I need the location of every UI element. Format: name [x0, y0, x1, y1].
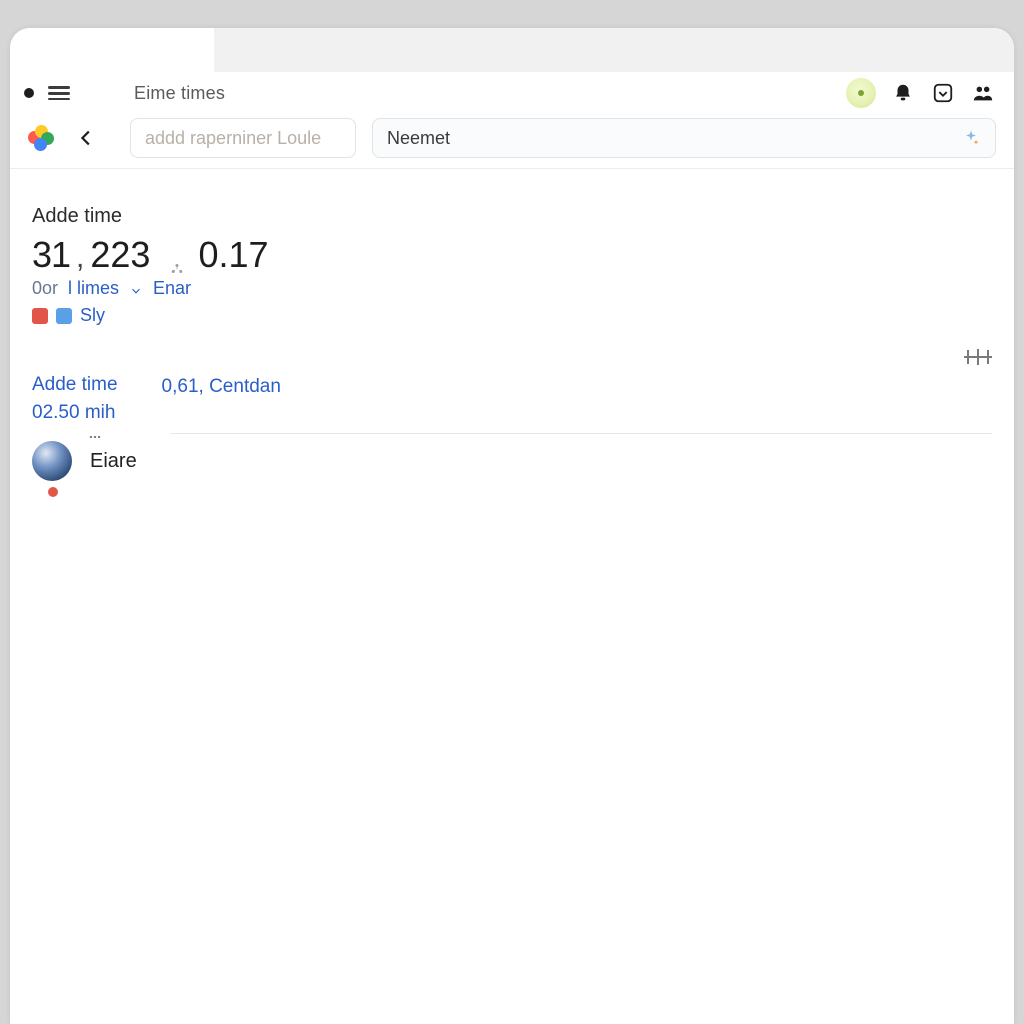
summary-chip-row: Sly — [32, 305, 992, 326]
summary-sub-mid[interactable]: l limes — [68, 278, 119, 299]
red-square-icon — [32, 308, 48, 324]
status-dot-icon — [48, 487, 58, 497]
secondary-col-b[interactable]: 0,61, Centdan — [162, 374, 281, 398]
summary-sub-action[interactable]: Enar — [153, 278, 191, 299]
search-input-primary[interactable]: addd raperniner Loule — [130, 118, 356, 158]
secondary-col-a: Adde time 02.50 mih — [32, 374, 118, 444]
menu-icon[interactable] — [48, 86, 70, 100]
back-button[interactable] — [74, 125, 100, 151]
notification-icon[interactable] — [890, 80, 916, 106]
avatar — [32, 441, 72, 481]
secondary-a-2: 02.50 mih — [32, 402, 118, 424]
summary-value-b: 223 — [90, 234, 150, 276]
active-tab[interactable] — [10, 28, 214, 72]
app-logo-icon[interactable] — [28, 125, 54, 151]
page-title: Eime times — [134, 83, 225, 104]
content-area: Adde time 31 , 223 0.17 0or l limes Enar… — [10, 169, 1014, 444]
list-item[interactable]: Eiare — [32, 441, 137, 481]
sly-label[interactable]: Sly — [80, 305, 105, 326]
tab-strip — [10, 28, 1014, 72]
list-item-label: Eiare — [90, 450, 137, 473]
summary-heading: Adde time — [32, 205, 992, 228]
divider — [170, 433, 992, 434]
people-icon[interactable] — [970, 80, 996, 106]
search-input-secondary[interactable]: Neemet — [372, 118, 996, 158]
toolbar: Eime times — [10, 72, 1014, 114]
summary-sub-row: 0or l limes Enar — [32, 278, 992, 299]
chevron-down-icon — [129, 282, 143, 296]
summary-sub-left: 0or — [32, 278, 58, 299]
app-window: Eime times addd raperniner Loule Neemet — [10, 28, 1014, 1024]
secondary-a-1[interactable]: Adde time — [32, 374, 118, 396]
add-button[interactable] — [964, 347, 992, 367]
window-dot-icon[interactable] — [24, 88, 34, 98]
dropdown-box-icon[interactable] — [930, 80, 956, 106]
status-chip[interactable] — [846, 78, 876, 108]
blue-square-icon — [56, 308, 72, 324]
summary-value-a: 31 — [32, 234, 70, 276]
search-row: addd raperniner Loule Neemet — [10, 114, 1014, 169]
summary-numbers: 31 , 223 0.17 — [32, 234, 992, 276]
indicator-icon — [168, 246, 186, 264]
search-value: Neemet — [387, 128, 450, 149]
sparkle-icon — [961, 128, 981, 148]
search-placeholder: addd raperniner Loule — [145, 128, 321, 149]
summary-value-c: 0.17 — [198, 234, 268, 276]
